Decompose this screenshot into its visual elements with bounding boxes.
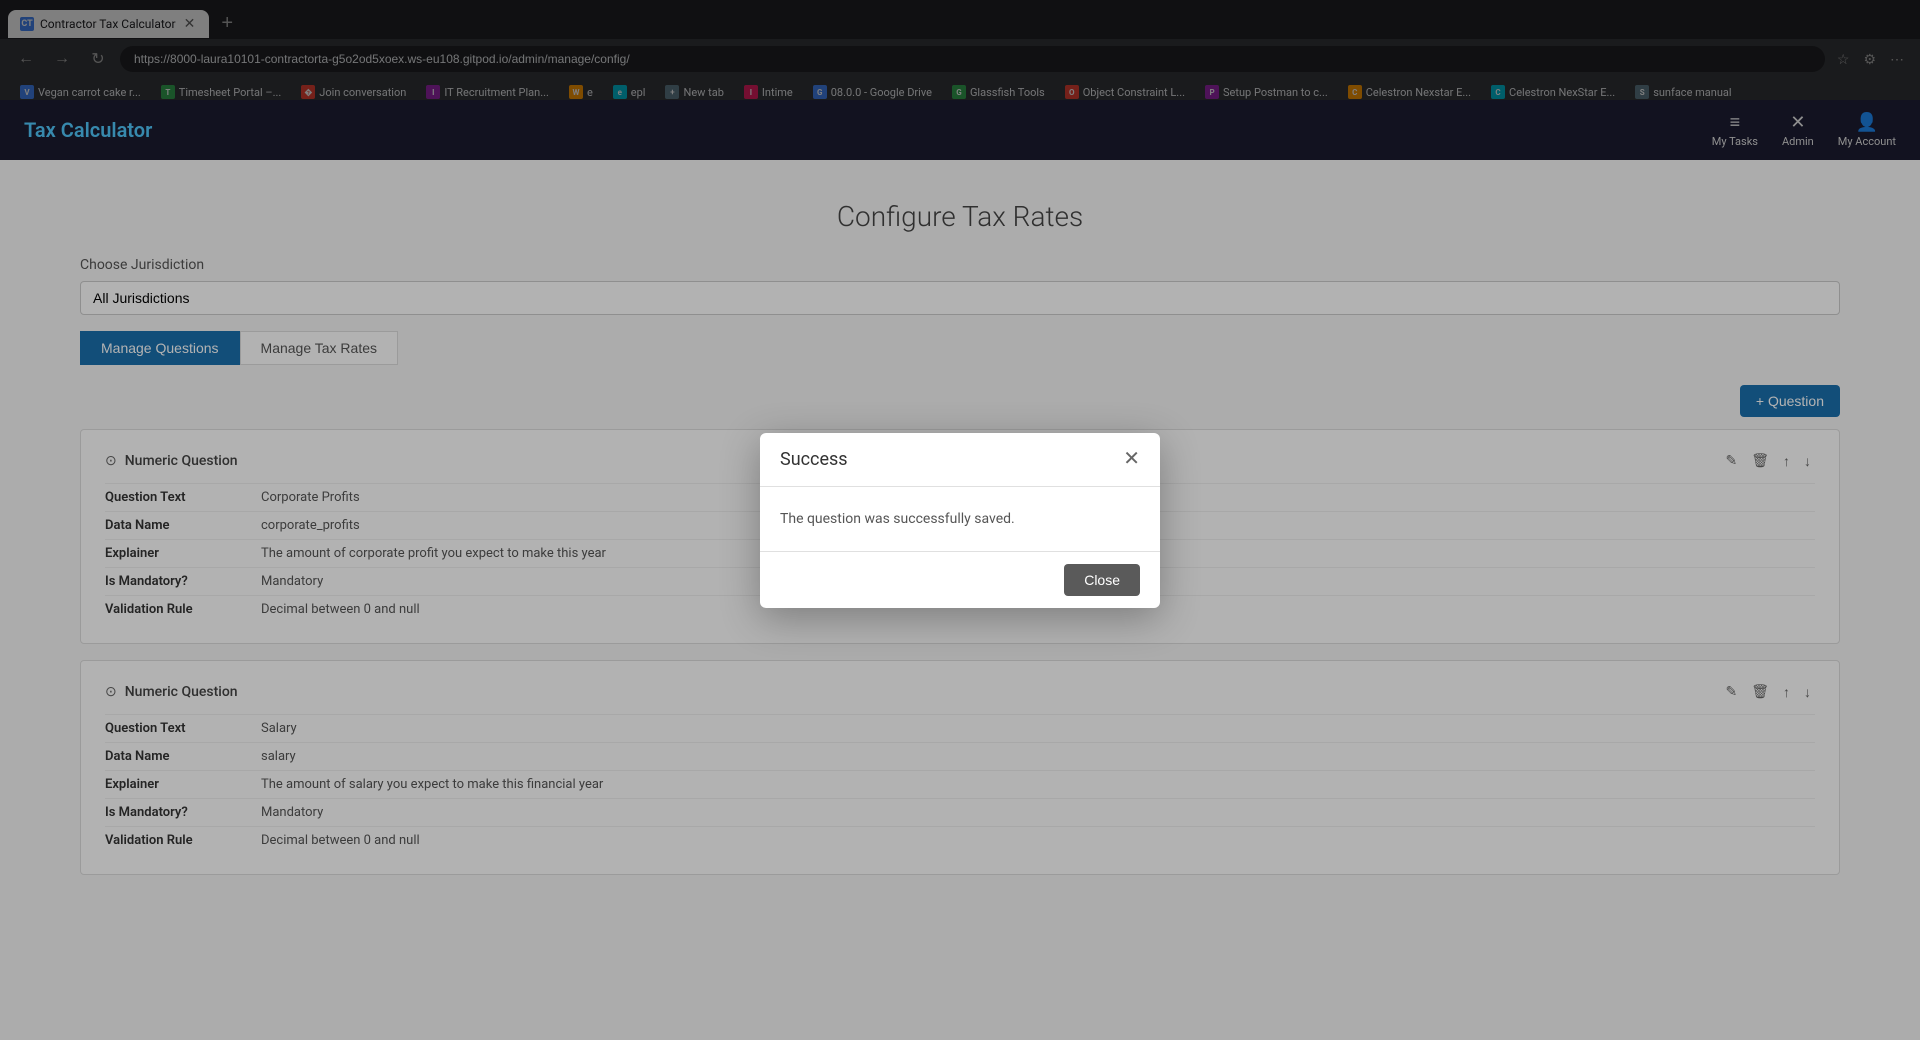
modal-overlay: Tax Calculator ≡ My Tasks ✕ Admin 👤 My A… (0, 0, 1920, 1040)
q2-field-validation: Validation Rule Decimal between 0 and nu… (105, 826, 1815, 854)
app-logo: Tax Calculator (24, 118, 152, 142)
question-header-2: ⊙ Numeric Question ✎ 🗑 ↑ ↓ (105, 681, 1815, 702)
my-tasks-button[interactable]: ≡ My Tasks (1712, 112, 1758, 148)
q2-field-data-name: Data Name salary (105, 742, 1815, 770)
admin-icon: ✕ (1790, 112, 1805, 133)
account-label: My Account (1838, 135, 1896, 148)
admin-label: Admin (1782, 135, 1814, 148)
delete-question-2-button[interactable]: 🗑 (1747, 681, 1773, 702)
modal-body: The question was successfully saved. (760, 487, 1160, 551)
success-modal: Success ✕ The question was successfully … (760, 433, 1160, 608)
app-logo-text: Calculator (61, 118, 153, 142)
modal-message: The question was successfully saved. (780, 511, 1140, 527)
tab-manage-tax-rates[interactable]: Manage Tax Rates (240, 331, 398, 365)
move-up-question-1-button[interactable]: ↑ (1779, 450, 1794, 471)
move-up-question-2-button[interactable]: ↑ (1779, 681, 1794, 702)
question-type-icon-1: ⊙ (105, 453, 117, 469)
jurisdiction-label: Choose Jurisdiction (80, 257, 1840, 273)
move-down-question-2-button[interactable]: ↓ (1800, 681, 1815, 702)
modal-title: Success (780, 449, 848, 470)
q2-field-mandatory: Is Mandatory? Mandatory (105, 798, 1815, 826)
modal-close-x-button[interactable]: ✕ (1123, 449, 1140, 469)
jurisdiction-section: Choose Jurisdiction All Jurisdictions UK… (80, 257, 1840, 315)
modal-footer: Close (760, 551, 1160, 608)
question-type-icon-2: ⊙ (105, 684, 117, 700)
app-logo-highlight: Tax (24, 118, 56, 142)
question-type-label-1: Numeric Question (125, 453, 238, 469)
move-down-question-1-button[interactable]: ↓ (1800, 450, 1815, 471)
add-question-button[interactable]: + Question (1740, 385, 1840, 417)
question-type-label-2: Numeric Question (125, 684, 238, 700)
question-card-2: ⊙ Numeric Question ✎ 🗑 ↑ ↓ Question Text… (80, 660, 1840, 875)
admin-button[interactable]: ✕ Admin (1782, 112, 1814, 148)
tasks-label: My Tasks (1712, 135, 1758, 148)
edit-question-1-button[interactable]: ✎ (1721, 450, 1741, 471)
edit-question-2-button[interactable]: ✎ (1721, 681, 1741, 702)
header-actions: ≡ My Tasks ✕ Admin 👤 My Account (1712, 112, 1896, 148)
tab-manage-questions[interactable]: Manage Questions (80, 331, 240, 365)
tasks-icon: ≡ (1730, 112, 1741, 133)
q2-field-question-text: Question Text Salary (105, 714, 1815, 742)
questions-toolbar: + Question (80, 385, 1840, 417)
delete-question-1-button[interactable]: 🗑 (1747, 450, 1773, 471)
page-title: Configure Tax Rates (80, 200, 1840, 233)
modal-close-button[interactable]: Close (1064, 564, 1140, 596)
my-account-button[interactable]: 👤 My Account (1838, 112, 1896, 148)
modal-header: Success ✕ (760, 433, 1160, 487)
question-actions-1: ✎ 🗑 ↑ ↓ (1721, 450, 1815, 471)
app-header: Tax Calculator ≡ My Tasks ✕ Admin 👤 My A… (0, 100, 1920, 160)
account-icon: 👤 (1856, 112, 1878, 133)
q2-field-explainer: Explainer The amount of salary you expec… (105, 770, 1815, 798)
tabs: Manage Questions Manage Tax Rates (80, 331, 1840, 365)
question-actions-2: ✎ 🗑 ↑ ↓ (1721, 681, 1815, 702)
jurisdiction-select[interactable]: All Jurisdictions UK USA Australia (80, 281, 1840, 315)
